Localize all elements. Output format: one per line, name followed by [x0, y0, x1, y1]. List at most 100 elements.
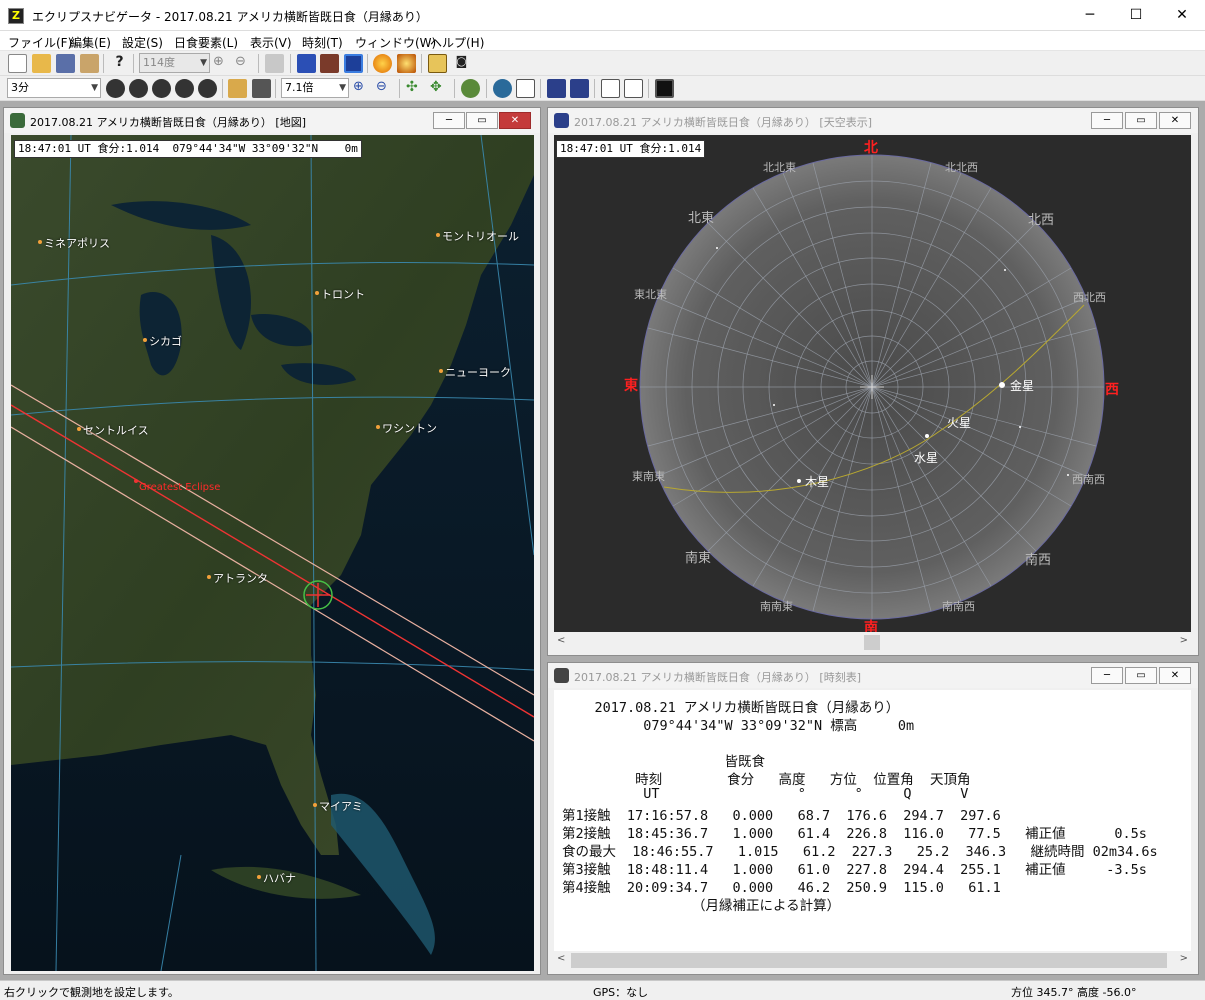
maximize-button[interactable]: ☐	[1113, 0, 1159, 31]
sky-window[interactable]: 2017.08.21 アメリカ横断皆既日食（月縁あり） [天空表示] ─ ▭ ✕	[547, 107, 1199, 656]
map-window-title: 2017.08.21 アメリカ横断皆既日食（月縁あり） [地図]	[30, 116, 307, 129]
zoom-in-icon[interactable]: ⊕	[213, 54, 232, 73]
menu-time[interactable]: 時刻(T)	[302, 34, 343, 51]
app-titlebar: Z エクリプスナビゲータ - 2017.08.21 アメリカ横断皆既日食（月縁あ…	[0, 0, 1205, 31]
map-window-icon	[10, 113, 25, 128]
grid-view-icon[interactable]	[320, 54, 339, 73]
time-minimize-button[interactable]: ─	[1091, 667, 1123, 684]
sky-window-title: 2017.08.21 アメリカ横断皆既日食（月縁あり） [天空表示]	[574, 116, 873, 129]
mdi-workspace: 2017.08.21 アメリカ横断皆既日食（月縁あり） [地図] ─ ▭ ✕ 1…	[0, 101, 1205, 980]
menu-settings[interactable]: 設定(S)	[122, 34, 163, 51]
sky-window2-icon[interactable]	[570, 79, 589, 98]
clock-edit-icon[interactable]	[228, 79, 247, 98]
sky-close-button[interactable]: ✕	[1159, 112, 1191, 129]
play-icon[interactable]	[175, 79, 194, 98]
sky-scroll-thumb[interactable]	[864, 635, 880, 650]
planet-mars-label: 火星	[947, 416, 972, 430]
help-icon[interactable]: ?	[110, 54, 129, 73]
status-azimuth: 方位 345.7° 高度 -56.0°	[1011, 986, 1137, 999]
time-hscrollbar[interactable]: < >	[554, 952, 1191, 969]
earth-map-icon[interactable]	[493, 79, 512, 98]
open-folder-icon[interactable]	[32, 54, 51, 73]
eclipse-icon[interactable]	[397, 54, 416, 73]
list-icon[interactable]	[516, 79, 535, 98]
time-step-combo[interactable]: 3分 ▼	[7, 78, 101, 98]
map-window[interactable]: 2017.08.21 アメリカ横断皆既日食（月縁あり） [地図] ─ ▭ ✕ 1…	[3, 107, 541, 975]
map-minimize-button[interactable]: ─	[433, 112, 465, 129]
sky-view[interactable]: 18:47:01 UT 食分:1.014 北 南 東 西 北東 北西 南東 南西…	[554, 135, 1191, 632]
sky-maximize-button[interactable]: ▭	[1125, 112, 1157, 129]
zoom-combo[interactable]: 114度 ▼	[139, 53, 210, 73]
speed-combo[interactable]: 7.1倍 ▼	[281, 78, 349, 98]
menu-help[interactable]: ヘルプ(H)	[430, 34, 484, 51]
map-view[interactable]: 18:47:01 UT 食分:1.014 079°44'34"W 33°09'3…	[11, 135, 534, 971]
map-graphic	[11, 135, 534, 971]
time-table-icon[interactable]	[601, 79, 620, 98]
save-icon[interactable]	[56, 54, 75, 73]
film-icon[interactable]	[252, 79, 271, 98]
data-table-icon[interactable]	[624, 79, 643, 98]
menu-edit[interactable]: 編集(E)	[70, 34, 111, 51]
time-table-line: 皆既食	[562, 754, 766, 770]
sky-hud-readout: 18:47:01 UT 食分:1.014	[556, 140, 706, 158]
map-view-icon[interactable]	[297, 54, 316, 73]
map-hud-readout: 18:47:01 UT 食分:1.014 079°44'34"W 33°09'3…	[14, 140, 362, 158]
sky-hscrollbar[interactable]: < >	[554, 634, 1191, 651]
status-hint: 右クリックで観測地を設定します。	[4, 986, 179, 999]
print-icon[interactable]	[80, 54, 99, 73]
crosshair-icon[interactable]: ✣	[406, 79, 425, 98]
globe-icon[interactable]	[461, 79, 480, 98]
menu-file[interactable]: ファイル(F)	[8, 34, 72, 51]
map-close-button[interactable]: ✕	[499, 112, 531, 129]
dir-nnw: 北北西	[945, 161, 978, 174]
minimize-button[interactable]: ─	[1067, 0, 1113, 31]
time-table-line: 第4接触 20:09:34.7 0.000 46.2 250.9 115.0 6…	[562, 880, 1001, 896]
fullscreen-icon[interactable]	[655, 79, 674, 98]
planet-mercury-label: 水星	[914, 451, 939, 465]
city-label: ハバナ	[257, 872, 296, 885]
menu-view[interactable]: 表示(V)	[250, 34, 292, 51]
menu-eclipse-elements[interactable]: 日食要素(L)	[174, 34, 238, 51]
sky-window-icon[interactable]	[547, 79, 566, 98]
city-label: ワシントン	[376, 422, 437, 435]
greatest-eclipse-label: Greatest Eclipse	[139, 482, 221, 493]
fast-rewind-icon[interactable]	[106, 79, 125, 98]
sun-icon[interactable]	[373, 54, 392, 73]
rewind-icon[interactable]	[129, 79, 148, 98]
dir-ne: 北東	[688, 211, 715, 226]
stop-icon[interactable]	[152, 79, 171, 98]
dir-sse: 南南東	[760, 600, 793, 613]
dir-nne: 北北東	[763, 161, 796, 174]
sky-view-icon[interactable]	[344, 54, 363, 73]
time-table-window[interactable]: 2017.08.21 アメリカ横断皆既日食（月縁あり） [時刻表] ─ ▭ ✕ …	[547, 662, 1199, 975]
table-icon[interactable]	[428, 54, 447, 73]
time-table-line: 第1接触 17:16:57.8 0.000 68.7 176.6 294.7 2…	[562, 808, 1001, 824]
close-button[interactable]: ✕	[1159, 0, 1205, 31]
dir-n: 北	[864, 140, 878, 156]
city-label: ミネアポリス	[38, 237, 110, 250]
planet-jupiter-label: 木星	[805, 475, 830, 489]
fast-forward-icon[interactable]	[198, 79, 217, 98]
time-maximize-button[interactable]: ▭	[1125, 667, 1157, 684]
time-close-button[interactable]: ✕	[1159, 667, 1191, 684]
camera-icon[interactable]: ◙	[452, 54, 471, 73]
time-window-title: 2017.08.21 アメリカ横断皆既日食（月縁あり） [時刻表]	[574, 671, 862, 684]
zoom-out-icon[interactable]: ⊖	[235, 54, 254, 73]
menu-window[interactable]: ウィンドウ(W)	[355, 34, 436, 51]
location-icon[interactable]: ✥	[430, 79, 449, 98]
dir-ese: 東南東	[632, 470, 665, 483]
speed-down-icon[interactable]: ⊖	[376, 79, 395, 98]
map-maximize-button[interactable]: ▭	[466, 112, 498, 129]
time-table-line: （月縁補正による計算）	[562, 898, 841, 914]
sky-minimize-button[interactable]: ─	[1091, 112, 1123, 129]
dir-ssw: 南南西	[942, 600, 975, 613]
speed-up-icon[interactable]: ⊕	[353, 79, 372, 98]
planet-venus-label: 金星	[1010, 379, 1035, 393]
download-icon[interactable]	[265, 54, 284, 73]
status-bar: 右クリックで観測地を設定します。 GPS：なし 方位 345.7° 高度 -56…	[0, 980, 1205, 1000]
dir-w: 西	[1105, 382, 1119, 398]
time-scroll-thumb[interactable]	[571, 953, 1167, 968]
new-file-icon[interactable]	[8, 54, 27, 73]
time-window-titlebar: 2017.08.21 アメリカ横断皆既日食（月縁あり） [時刻表] ─ ▭ ✕	[548, 663, 1198, 688]
dir-wsw: 西南西	[1072, 473, 1105, 486]
